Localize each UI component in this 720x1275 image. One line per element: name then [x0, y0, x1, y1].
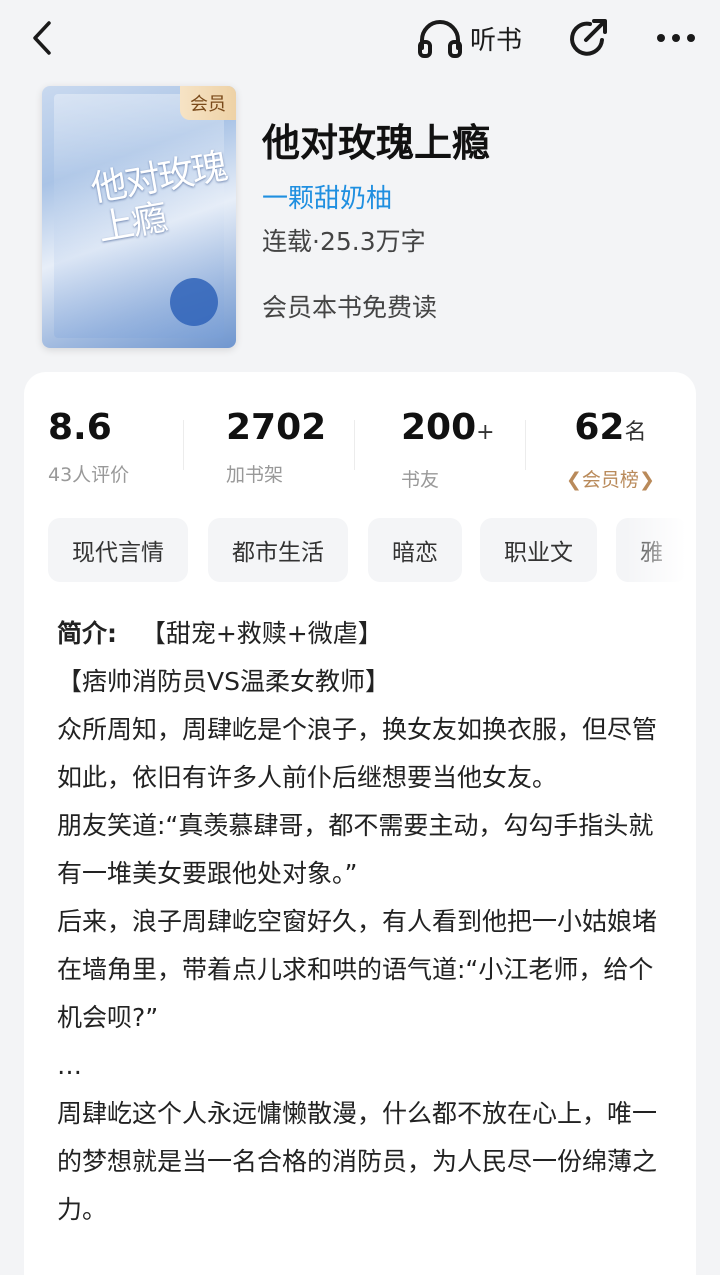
rank-value: 62名 — [566, 406, 655, 455]
intro-line: … — [57, 1051, 82, 1080]
intro-line: 众所周知，周肆屹是个浪子，换女友如换衣服，但尽管如此，依旧有许多人前仆后继想要当… — [57, 715, 658, 792]
intro-line: 【甜宠+救赎+微虐】 — [140, 619, 383, 648]
shelf-label: 加书架 — [226, 464, 284, 486]
vip-free-read-text: 会员本书免费读 — [262, 293, 438, 322]
tag-item[interactable]: 职业文 — [480, 518, 597, 582]
more-button[interactable] — [652, 18, 700, 58]
laurel-right-icon: ❯ — [638, 469, 655, 491]
book-title: 他对玫瑰上瘾 — [262, 121, 491, 165]
intro-heading: 简介: — [57, 619, 117, 648]
headphones-icon — [418, 20, 462, 58]
share-icon — [570, 19, 607, 56]
tag-list: 现代言情 都市生活 暗恋 职业文 雅 — [48, 518, 696, 584]
friends-label: 书友 — [401, 469, 440, 491]
friends-value: 200+ — [401, 406, 495, 455]
stat-divider — [354, 420, 355, 470]
score-label: 43人评价 — [48, 464, 130, 486]
stat-score[interactable]: 8.6 43人评价 — [48, 406, 129, 492]
intro-line: 后来，浪子周肆屹空窗好久，有人看到他把一小姑娘堵在墙角里，带着点儿求和哄的语气道… — [57, 907, 658, 1032]
stat-friends[interactable]: 200+ 书友 — [401, 406, 495, 492]
friends-suffix: + — [476, 420, 495, 445]
book-intro: 简介: 【甜宠+救赎+微虐】 【痞帅消防员VS温柔女教师】 众所周知，周肆屹是个… — [57, 610, 667, 1234]
intro-line: 【痞帅消防员VS温柔女教师】 — [57, 667, 390, 696]
tag-item[interactable]: 现代言情 — [48, 518, 188, 582]
top-bar: 听书 — [0, 0, 720, 80]
score-value: 8.6 — [48, 407, 112, 448]
stat-shelf: 2702 加书架 — [226, 406, 326, 492]
tag-item[interactable]: 都市生活 — [208, 518, 348, 582]
book-author-link[interactable]: 一颗甜奶柚 — [262, 178, 392, 215]
shelf-value: 2702 — [226, 407, 327, 448]
intro-line: 周肆屹这个人永远慵懒散漫，什么都不放在心上，唯一的梦想就是当一名合格的消防员，为… — [57, 1099, 658, 1224]
friends-number: 200 — [401, 407, 477, 448]
listen-label: 听书 — [470, 25, 523, 56]
tag-list-fade — [626, 518, 696, 584]
laurel-left-icon: ❮ — [566, 469, 582, 491]
book-status: 连载·25.3万字 — [262, 227, 426, 256]
tag-item[interactable]: 暗恋 — [368, 518, 462, 582]
vip-badge: 会员 — [180, 86, 236, 120]
listen-button[interactable]: 听书 — [416, 16, 522, 60]
rank-number: 62 — [574, 407, 625, 448]
rank-label: ❮会员榜❯ — [566, 465, 655, 492]
book-cover[interactable]: 他对玫瑰上瘾 — [42, 86, 236, 348]
stat-divider — [183, 420, 184, 470]
chevron-left-icon — [33, 21, 51, 55]
intro-line: 朋友笑道:“真羡慕肆哥，都不需要主动，勾勾手指头就有一堆美女要跟他处对象。” — [57, 811, 654, 888]
cover-seal — [170, 278, 218, 326]
rank-suffix: 名 — [624, 420, 647, 445]
share-button[interactable] — [564, 14, 612, 62]
stat-divider — [525, 420, 526, 470]
more-dots-icon — [657, 34, 695, 42]
stat-rank[interactable]: 62名 ❮会员榜❯ — [566, 406, 655, 492]
rank-label-text: 会员榜 — [581, 469, 639, 491]
intro-first-line: 简介: 【甜宠+救赎+微虐】 — [57, 610, 667, 658]
back-button[interactable] — [22, 18, 62, 58]
